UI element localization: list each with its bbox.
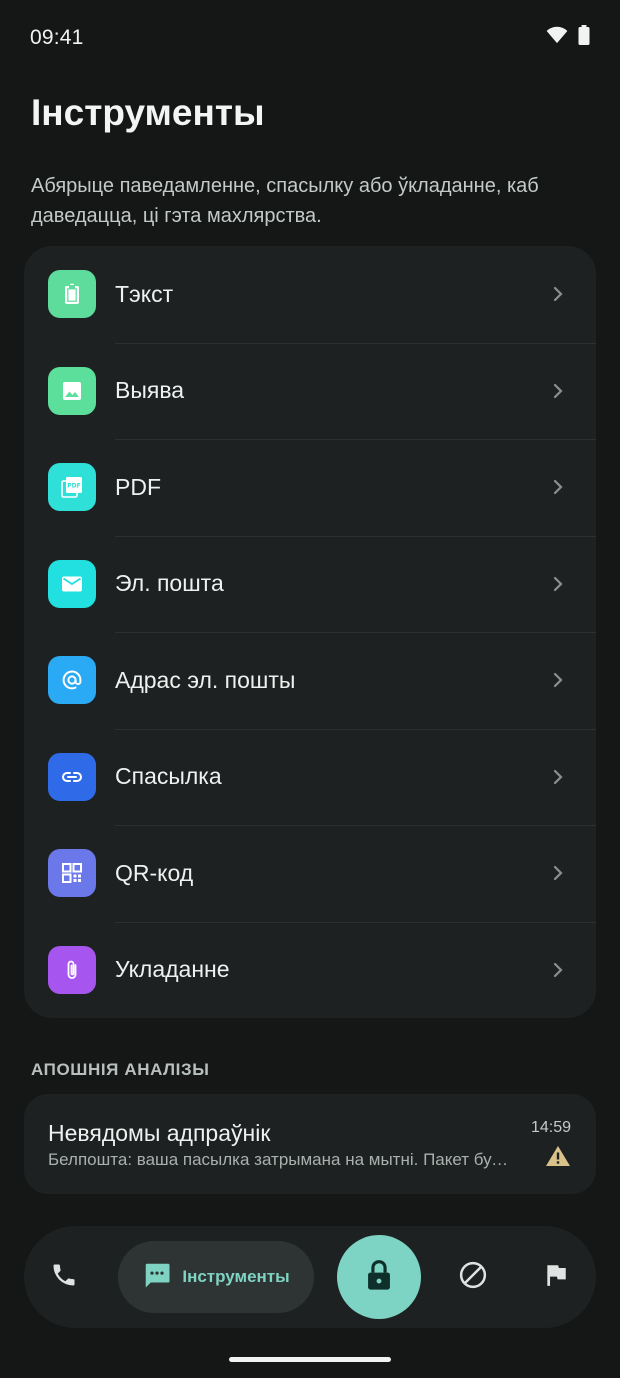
flag-icon <box>543 1262 569 1293</box>
chevron-right-icon <box>553 287 563 302</box>
bottom-navigation: Інструменты <box>24 1226 596 1328</box>
tool-label: Спасылка <box>115 763 222 790</box>
chevron-right-icon <box>553 866 563 881</box>
nav-protection-button[interactable] <box>337 1235 421 1319</box>
nav-tools-button[interactable]: Інструменты <box>118 1241 314 1313</box>
block-icon <box>458 1260 488 1295</box>
page-description: Абярыце паведамленне, спасылку або ўклад… <box>31 175 539 227</box>
nav-calls-button[interactable] <box>38 1253 90 1301</box>
chevron-right-icon <box>553 769 563 784</box>
recent-section-heading: АПОШНІЯ АНАЛІЗЫ <box>31 1060 210 1079</box>
status-time: 09:41 <box>30 26 84 49</box>
nav-tools-label: Інструменты <box>182 1267 290 1286</box>
recent-sender: Невядомы адпраўнік <box>48 1120 271 1146</box>
tool-item-image[interactable]: Выява <box>24 342 596 440</box>
tool-item-attachment[interactable]: Укладанне <box>24 921 596 1019</box>
image-icon <box>48 366 96 415</box>
nav-blocked-button[interactable] <box>447 1253 499 1301</box>
tool-item-pdf[interactable]: PDF PDF <box>24 439 596 536</box>
nav-reports-button[interactable] <box>530 1253 582 1301</box>
tool-item-text[interactable]: Тэкст <box>24 246 596 343</box>
paperclip-icon <box>48 945 96 994</box>
link-icon <box>48 752 96 801</box>
chevron-right-icon <box>553 673 563 688</box>
page-title: Інструменты <box>31 92 265 133</box>
warning-icon <box>545 1145 571 1172</box>
chevron-right-icon <box>553 383 563 398</box>
tool-label: Выява <box>115 377 185 404</box>
tool-item-email[interactable]: Эл. пошта <box>24 535 596 633</box>
phone-icon <box>50 1261 78 1294</box>
recent-snippet: Белпошта: ваша пасылка затрымана на мытн… <box>48 1150 510 1169</box>
recent-time: 14:59 <box>530 1119 571 1136</box>
tool-label: QR-код <box>115 859 194 886</box>
qr-code-icon <box>48 849 96 898</box>
battery-icon <box>578 25 590 50</box>
chat-dots-icon <box>142 1260 172 1295</box>
mail-icon <box>48 559 96 608</box>
tool-label: PDF <box>115 473 161 500</box>
tool-label: Укладанне <box>115 956 230 983</box>
tool-label: Тэкст <box>115 280 174 307</box>
tool-item-email-address[interactable]: Адрас эл. пошты <box>24 632 596 729</box>
tools-list: Тэкст Выява PDF PDF Эл. пошта Адрас эл. … <box>24 246 596 1018</box>
tool-label: Эл. пошта <box>115 570 224 597</box>
home-indicator[interactable] <box>229 1357 391 1362</box>
pdf-icon: PDF <box>48 463 96 512</box>
status-bar: 09:41 <box>0 0 620 76</box>
recent-analysis-item[interactable]: Невядомы адпраўнік Белпошта: ваша пасылк… <box>24 1094 596 1194</box>
chevron-right-icon <box>553 576 563 591</box>
chevron-right-icon <box>553 962 563 977</box>
at-icon <box>48 656 96 705</box>
svg-text:PDF: PDF <box>67 483 80 490</box>
tool-item-qr-code[interactable]: QR-код <box>24 825 596 922</box>
lock-icon <box>364 1258 394 1297</box>
status-icons <box>546 25 590 50</box>
tool-label: Адрас эл. пошты <box>115 666 296 693</box>
tool-item-link[interactable]: Спасылка <box>24 728 596 826</box>
wifi-icon <box>546 26 568 49</box>
clipboard-icon <box>48 270 96 319</box>
chevron-right-icon <box>553 480 563 495</box>
